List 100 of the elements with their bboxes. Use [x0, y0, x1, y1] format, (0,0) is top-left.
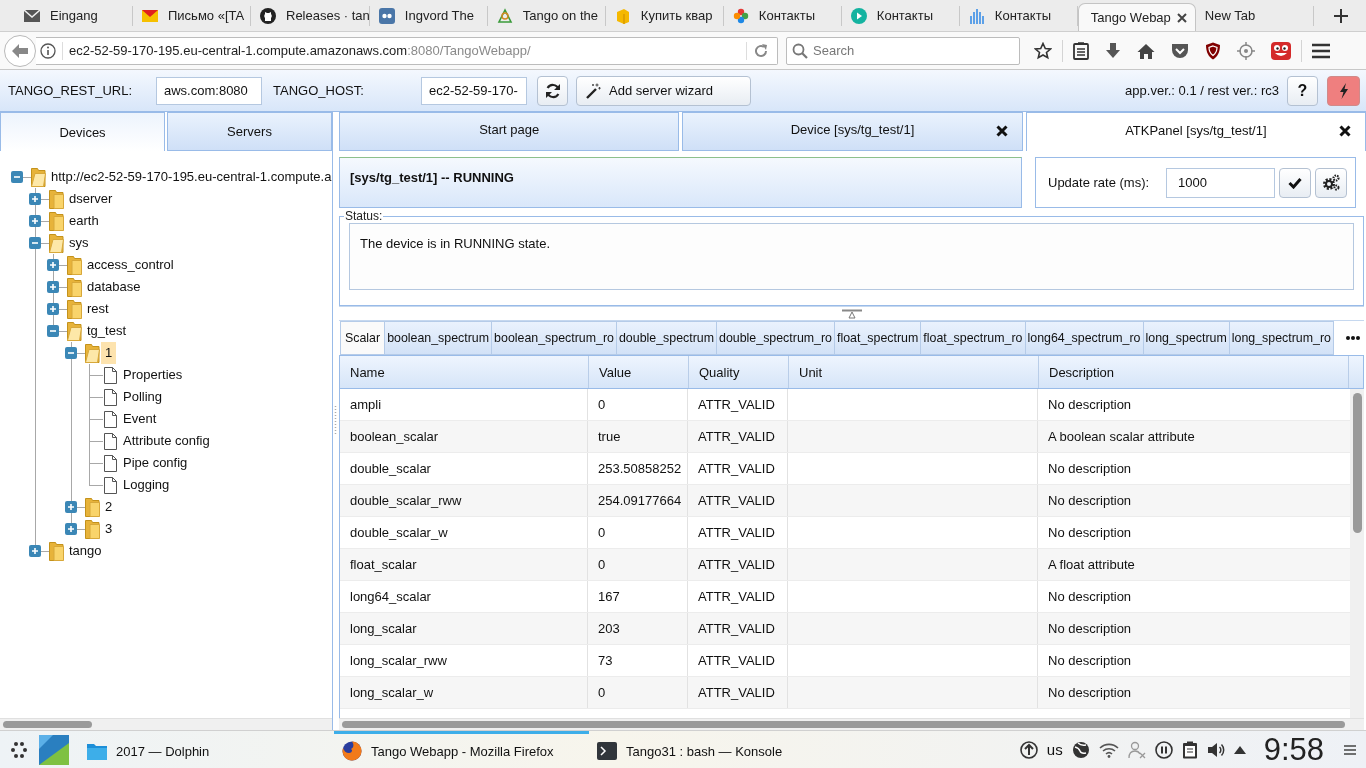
attribute-tab[interactable]: double_spectrum_ro — [717, 321, 836, 355]
expand-icon[interactable] — [65, 501, 77, 513]
wifi-icon[interactable] — [1098, 741, 1119, 758]
monster-icon[interactable] — [1271, 41, 1291, 60]
tree-item[interactable]: database — [83, 276, 145, 298]
splitter-handle-icon[interactable] — [841, 308, 862, 319]
download-icon[interactable] — [1105, 41, 1121, 60]
tree-item[interactable]: 1 — [101, 342, 117, 364]
column-header[interactable]: Description — [1039, 356, 1349, 388]
home-icon[interactable] — [1137, 42, 1155, 59]
attribute-tab[interactable]: boolean_spectrum_ro — [492, 321, 617, 355]
pocket-icon[interactable] — [1171, 42, 1189, 59]
tree-item[interactable]: sys — [65, 232, 93, 254]
expand-icon[interactable] — [47, 303, 59, 315]
attribute-tab[interactable]: long_spectrum — [1143, 321, 1230, 355]
tree-item[interactable]: access_control — [83, 254, 178, 276]
tree-item[interactable]: 2 — [101, 496, 117, 518]
rest-url-input[interactable]: aws.com:8080 — [156, 76, 262, 105]
collapse-icon[interactable] — [29, 237, 41, 249]
expand-icon[interactable] — [65, 523, 77, 535]
tree-item[interactable]: Pipe config — [119, 452, 192, 474]
clipboard-icon[interactable] — [1181, 740, 1198, 759]
update-rate-input[interactable]: 1000 — [1166, 167, 1275, 198]
splitter-grip-icon[interactable] — [333, 406, 337, 436]
search-field[interactable]: Search — [786, 36, 1020, 65]
expand-icon[interactable] — [47, 259, 59, 271]
taskbar-task[interactable]: 2017 — Dolphin — [79, 731, 334, 768]
column-header[interactable]: Value — [589, 356, 689, 388]
reading-list-icon[interactable] — [1073, 41, 1089, 60]
tree-item[interactable]: rest — [83, 298, 113, 320]
scrollbar-thumb[interactable] — [1352, 393, 1362, 533]
shield-icon[interactable] — [1205, 41, 1221, 60]
attribute-tab[interactable]: float_spectrum_ro — [921, 321, 1026, 355]
attribute-tab[interactable]: long_spectrum_ro — [1229, 321, 1334, 355]
scrollbar-thumb[interactable] — [3, 721, 92, 728]
tree-item[interactable]: Properties — [119, 364, 187, 386]
help-button[interactable]: ? — [1287, 75, 1318, 106]
person-icon[interactable] — [1127, 740, 1146, 759]
collapse-icon[interactable] — [47, 325, 59, 337]
tree-item[interactable]: tg_test — [83, 320, 131, 342]
column-header[interactable]: Quality — [689, 356, 789, 388]
tree-item[interactable]: dserver — [65, 188, 117, 210]
attribute-tab[interactable]: Scalar — [340, 321, 386, 355]
attribute-tab[interactable]: long64_spectrum_ro — [1025, 321, 1144, 355]
apply-button[interactable] — [1279, 167, 1311, 198]
expand-icon[interactable] — [47, 281, 59, 293]
attribute-tab[interactable]: boolean_spectrum — [385, 321, 493, 355]
tree-item[interactable]: Logging — [119, 474, 174, 496]
tree-item[interactable]: Polling — [119, 386, 167, 408]
panel-tab[interactable]: ATKPanel [sys/tg_test/1] — [1025, 112, 1366, 151]
scrollbar[interactable] — [1350, 389, 1364, 718]
pause-icon[interactable] — [1154, 740, 1173, 759]
star-icon[interactable] — [1034, 41, 1052, 60]
app-tile-icon[interactable] — [39, 734, 69, 765]
globe-icon[interactable] — [1071, 740, 1090, 759]
tree-item[interactable]: http://ec2-52-59-170-195.eu-central-1.compute.a — [47, 166, 336, 188]
launcher-icon[interactable] — [9, 739, 29, 760]
close-icon[interactable] — [995, 125, 1008, 137]
column-header[interactable]: Name — [340, 356, 589, 388]
plus-icon[interactable] — [1333, 8, 1348, 23]
panel-tab[interactable]: Device [sys/tg_test/1] — [682, 112, 1023, 151]
add-server-wizard-button[interactable]: Add server wizard — [576, 75, 751, 106]
expand-icon[interactable] — [29, 215, 41, 227]
keyboard-layout[interactable]: us — [1046, 741, 1063, 758]
sidebar-tab[interactable]: Devices — [0, 112, 165, 151]
attribute-tab[interactable]: double_spectrum — [616, 321, 718, 355]
taskbar-task[interactable]: Tango31 : bash — Konsole — [589, 731, 844, 768]
scrollbar[interactable] — [0, 718, 332, 730]
settings-button[interactable] — [1315, 167, 1347, 198]
address-field[interactable]: ec2-52-59-170-195.eu-central-1.compute.amazonaws.com:8080/TangoWebapp/ — [36, 36, 778, 65]
close-icon[interactable] — [1176, 12, 1187, 23]
scrollbar-thumb[interactable] — [342, 721, 1345, 728]
tree-item[interactable]: earth — [65, 210, 103, 232]
more-icon[interactable] — [1346, 336, 1360, 340]
crosshair-icon[interactable] — [1237, 41, 1255, 60]
panel-tab[interactable]: Start page — [339, 112, 680, 151]
tree-item[interactable]: tango — [65, 540, 106, 562]
sidebar-tab[interactable]: Servers — [167, 112, 332, 151]
tree-item[interactable]: Attribute config — [119, 430, 214, 452]
arrow-up-icon[interactable] — [1233, 745, 1246, 754]
expand-icon[interactable] — [29, 545, 41, 557]
taskbar-task[interactable]: Tango Webapp - Mozilla Firefox — [334, 731, 589, 768]
reload-icon[interactable] — [753, 42, 769, 59]
attribute-tab[interactable]: float_spectrum — [835, 321, 922, 355]
browser-tab[interactable]: Tango Webap — [1077, 3, 1196, 31]
update-icon[interactable] — [1019, 740, 1038, 759]
tree-item[interactable]: Event — [119, 408, 161, 430]
volume-icon[interactable] — [1206, 740, 1225, 759]
menu-icon[interactable] — [1312, 42, 1330, 59]
close-icon[interactable] — [1339, 125, 1351, 137]
expand-icon[interactable] — [29, 193, 41, 205]
collapse-icon[interactable] — [65, 347, 77, 359]
scrollbar[interactable] — [339, 718, 1364, 730]
tree-item[interactable]: 3 — [101, 518, 117, 540]
refresh-button[interactable] — [537, 75, 568, 106]
lightning-button[interactable] — [1327, 75, 1360, 106]
column-header[interactable]: Unit — [789, 356, 1039, 388]
collapse-icon[interactable] — [11, 171, 23, 183]
info-icon[interactable] — [40, 42, 56, 59]
back-button[interactable] — [4, 34, 36, 67]
